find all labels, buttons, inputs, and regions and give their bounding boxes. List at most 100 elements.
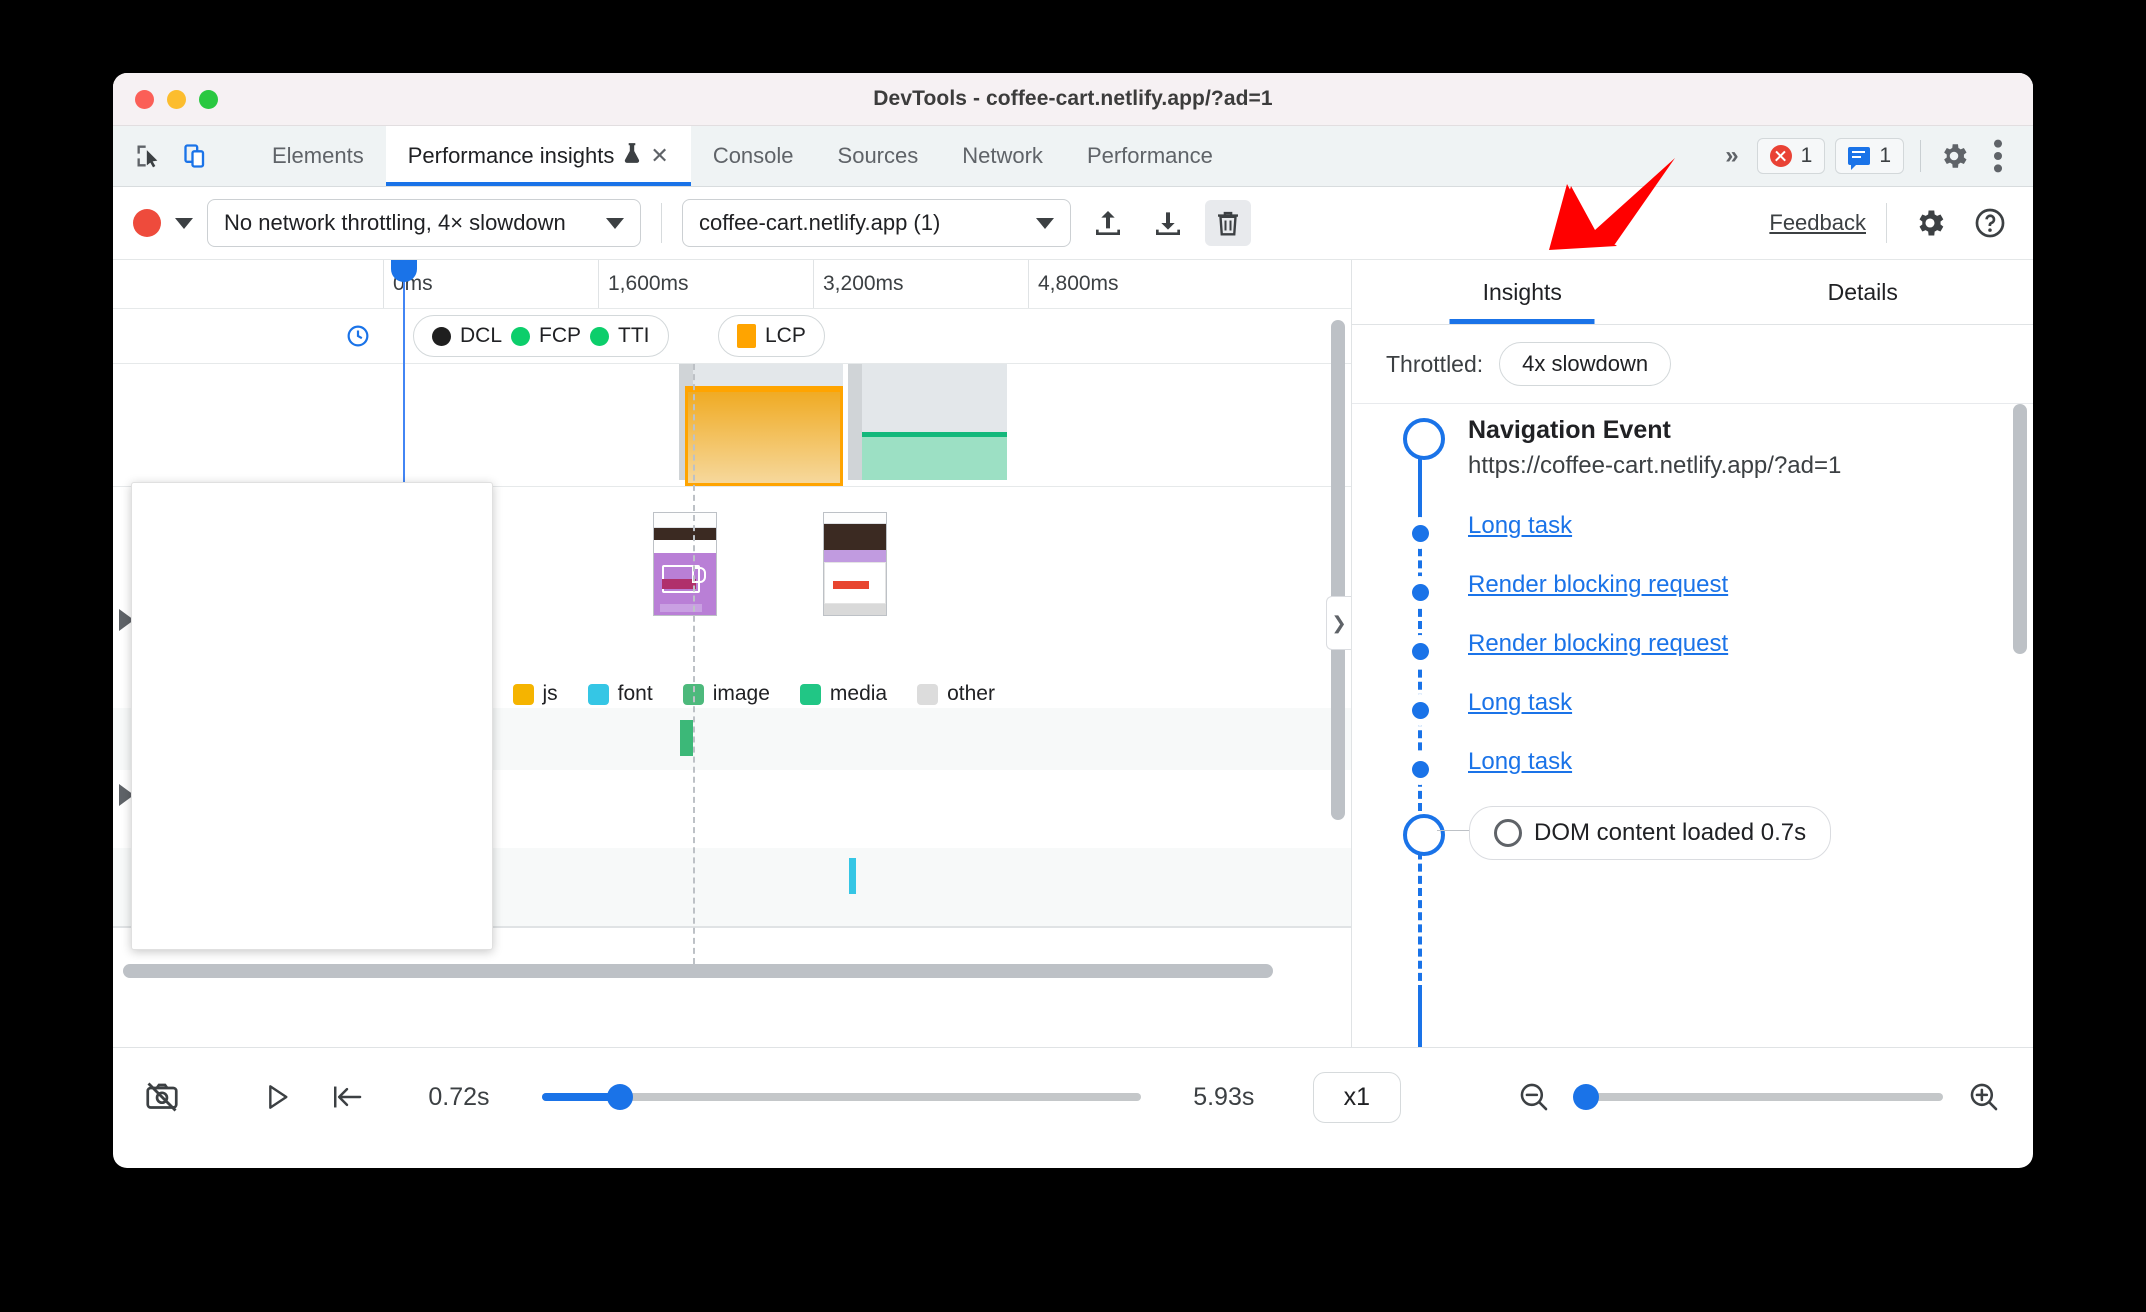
trace-select-value: coffee-cart.netlify.app (1): [699, 210, 941, 235]
insight-link-long-task-2[interactable]: Long task: [1468, 689, 1572, 717]
other-swatch-icon: [917, 683, 939, 705]
device-toolbar-icon[interactable]: [179, 139, 213, 173]
tab-performance[interactable]: Performance: [1065, 126, 1235, 186]
message-count-badge[interactable]: 1: [1835, 138, 1904, 174]
nav-start-marker-icon: [347, 325, 369, 352]
marker-label-fcp: FCP: [539, 324, 582, 347]
dcl-circle-icon: [1494, 819, 1522, 847]
upload-icon[interactable]: [1085, 200, 1131, 246]
network-bar-other-2[interactable]: [848, 364, 862, 480]
insight-link-long-task-1[interactable]: Long task: [1468, 512, 1572, 540]
performance-toolbar: No network throttling, 4× slowdown coffe…: [113, 187, 2033, 260]
record-button[interactable]: [133, 209, 161, 237]
insight-node-icon: [1404, 517, 1436, 549]
tab-sources[interactable]: Sources: [816, 126, 941, 186]
zoom-slider-knob[interactable]: [1573, 1084, 1600, 1110]
settings-gear-icon[interactable]: [1907, 200, 1953, 246]
timeline-ruler[interactable]: 0ms 1,600ms 3,200ms 4,800ms: [113, 260, 1351, 309]
ruler-tick-label: 4,800ms: [1038, 272, 1119, 295]
insight-link-long-task-3[interactable]: Long task: [1468, 748, 1572, 776]
feedback-link[interactable]: Feedback: [1769, 210, 1866, 236]
tab-label: Sources: [837, 143, 919, 168]
collapse-sidebar-chevron-right-icon[interactable]: ❯: [1326, 596, 1351, 650]
zoom-slider[interactable]: [1573, 1084, 1943, 1110]
marker-label-dcl: DCL: [460, 324, 503, 347]
inspect-element-icon[interactable]: [131, 139, 165, 173]
tab-insights[interactable]: Insights: [1352, 260, 1693, 324]
marker-pill-dcl-fcp-tti[interactable]: DCL FCP TTI: [413, 315, 669, 357]
insights-vertical-scrollbar[interactable]: [2013, 404, 2027, 654]
kebab-menu-icon[interactable]: [1981, 139, 2015, 173]
network-bar-js[interactable]: [685, 386, 843, 486]
filmstrip-thumbnail[interactable]: [653, 512, 717, 616]
legend-label: media: [829, 682, 888, 705]
tti-marker-icon: [590, 326, 610, 346]
filmstrip-thumbnail[interactable]: [823, 512, 887, 616]
ruler-tick-label: 1,600ms: [608, 272, 689, 295]
network-legend: css js font image: [421, 682, 1013, 706]
timeline-tooltip-popup: [131, 482, 493, 950]
main-area: 0ms 1,600ms 3,200ms 4,800ms DCL FCP TTI …: [113, 260, 2033, 1047]
tab-network[interactable]: Network: [940, 126, 1065, 186]
tab-label: Network: [962, 143, 1043, 168]
tab-label: Details: [1827, 278, 1898, 305]
help-icon[interactable]: [1967, 200, 2013, 246]
insights-tab-list: Insights Details: [1352, 260, 2033, 325]
error-count-badge[interactable]: 1: [1756, 138, 1826, 174]
message-count-label: 1: [1879, 144, 1891, 167]
screenshot-off-icon[interactable]: [139, 1073, 185, 1121]
legend-label: image: [712, 682, 770, 705]
js-swatch-icon: [512, 683, 534, 705]
legend-label: font: [617, 682, 653, 705]
play-icon[interactable]: [253, 1073, 299, 1121]
start-time-label: 0.72s: [428, 1082, 490, 1111]
time-range-slider[interactable]: [541, 1084, 1141, 1110]
devtools-tabbar: Elements Performance insights ✕ Console …: [113, 126, 2033, 187]
insight-link-render-blocking-1[interactable]: Render blocking request: [1468, 571, 1728, 599]
insight-link-render-blocking-2[interactable]: Render blocking request: [1468, 630, 1728, 658]
dcl-marker-icon: [432, 326, 451, 346]
timeline-vertical-scrollbar[interactable]: [1331, 320, 1345, 820]
tab-elements[interactable]: Elements: [250, 126, 386, 186]
gear-icon[interactable]: [1937, 139, 1971, 173]
navigation-event-node-icon: [1403, 418, 1445, 460]
message-icon: [1848, 147, 1871, 170]
throttling-select-value: No network throttling, 4× slowdown: [224, 210, 566, 235]
record-options-chevron-down-icon[interactable]: [175, 217, 193, 229]
network-bar-media[interactable]: [862, 432, 1007, 480]
time-slider-knob[interactable]: [606, 1084, 633, 1110]
window-titlebar: DevTools - coffee-cart.netlify.app/?ad=1: [113, 73, 2033, 126]
event-bar-image[interactable]: [680, 720, 693, 756]
tabbar-left-icons: [113, 126, 250, 186]
timeline-horizontal-scrollbar[interactable]: [123, 964, 1273, 978]
ruler-tick-label: 3,200ms: [823, 272, 904, 295]
download-icon[interactable]: [1145, 200, 1191, 246]
tabbar-right-controls: » 1 1: [1717, 126, 2033, 186]
tab-close-icon[interactable]: ✕: [650, 143, 668, 169]
more-tabs-icon[interactable]: »: [1717, 142, 1746, 170]
tab-performance-insights[interactable]: Performance insights ✕: [385, 126, 691, 186]
throttled-label: Throttled:: [1386, 350, 1484, 377]
tab-details[interactable]: Details: [1693, 260, 2034, 324]
marker-pill-lcp[interactable]: LCP: [718, 315, 825, 357]
zoom-in-icon[interactable]: [1961, 1073, 2007, 1121]
dom-content-loaded-pill[interactable]: DOM content loaded 0.7s: [1469, 806, 1832, 860]
jump-to-start-icon[interactable]: [324, 1073, 370, 1121]
throttling-select[interactable]: No network throttling, 4× slowdown: [207, 199, 641, 247]
marker-label-lcp: LCP: [765, 324, 806, 347]
legend-item-media: media: [799, 682, 888, 706]
tab-console[interactable]: Console: [691, 126, 816, 186]
dom-content-loaded-node-icon: [1403, 814, 1445, 856]
playback-speed-chip[interactable]: x1: [1312, 1071, 1401, 1123]
trash-icon[interactable]: [1205, 200, 1251, 246]
legend-label: js: [542, 682, 558, 705]
event-bar-font[interactable]: [849, 858, 856, 894]
zoom-out-icon[interactable]: [1511, 1073, 1557, 1121]
network-bar-wait[interactable]: [693, 364, 843, 387]
insight-node-icon: [1404, 635, 1436, 667]
trace-select[interactable]: coffee-cart.netlify.app (1): [682, 199, 1071, 247]
navigation-event-url: https://coffee-cart.netlify.app/?ad=1: [1468, 452, 1842, 479]
font-swatch-icon: [587, 683, 609, 705]
network-bar-wait-2[interactable]: [862, 364, 1007, 438]
end-time-label: 5.93s: [1193, 1082, 1255, 1111]
